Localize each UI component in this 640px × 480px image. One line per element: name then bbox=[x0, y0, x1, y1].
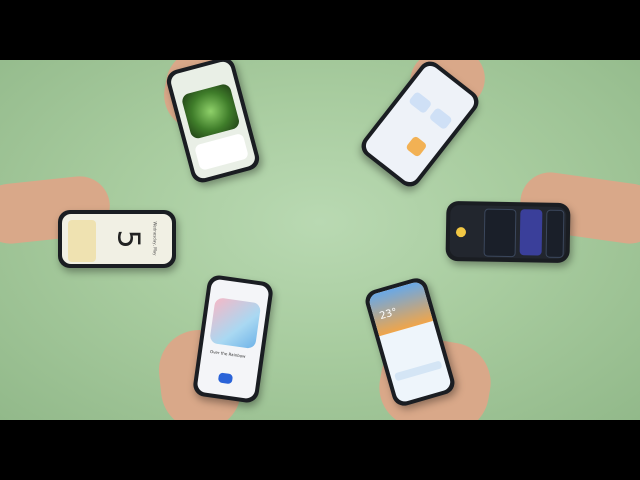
weather-header bbox=[367, 280, 434, 337]
notification-card-accent bbox=[519, 209, 543, 256]
play-button bbox=[217, 372, 234, 385]
quick-tile bbox=[428, 106, 453, 131]
video-frame: 5 Wednesday, May Over the Rainbow 23° bbox=[0, 0, 640, 480]
widget-card bbox=[194, 132, 250, 171]
widget-column bbox=[68, 220, 96, 262]
quick-tile-accent bbox=[405, 135, 428, 158]
phone-screen: Over the Rainbow bbox=[196, 278, 270, 400]
phone-weather: 23° bbox=[362, 275, 458, 409]
phone-clock: 5 Wednesday, May bbox=[58, 210, 176, 268]
phone-dark-notifications bbox=[445, 200, 571, 264]
phone-screen bbox=[449, 204, 567, 260]
clock-digit: 5 bbox=[110, 229, 146, 249]
phone-screen: 5 Wednesday, May bbox=[62, 214, 172, 264]
quick-tile bbox=[408, 90, 433, 115]
phone-screen bbox=[169, 60, 257, 181]
letterbox-bottom bbox=[0, 420, 640, 480]
notification-card bbox=[545, 209, 565, 258]
app-icon bbox=[455, 227, 467, 238]
track-title: Over the Rainbow bbox=[209, 348, 246, 359]
plant-image bbox=[180, 82, 241, 140]
notification-card bbox=[483, 208, 517, 258]
photo-background: 5 Wednesday, May Over the Rainbow 23° bbox=[0, 60, 640, 420]
forecast-row bbox=[394, 360, 443, 382]
album-art bbox=[209, 297, 262, 350]
letterbox-top bbox=[0, 0, 640, 60]
phone-music-player: Over the Rainbow bbox=[191, 274, 275, 404]
date-label: Wednesday, May bbox=[152, 221, 158, 256]
phone-plant-wallpaper bbox=[164, 60, 262, 186]
